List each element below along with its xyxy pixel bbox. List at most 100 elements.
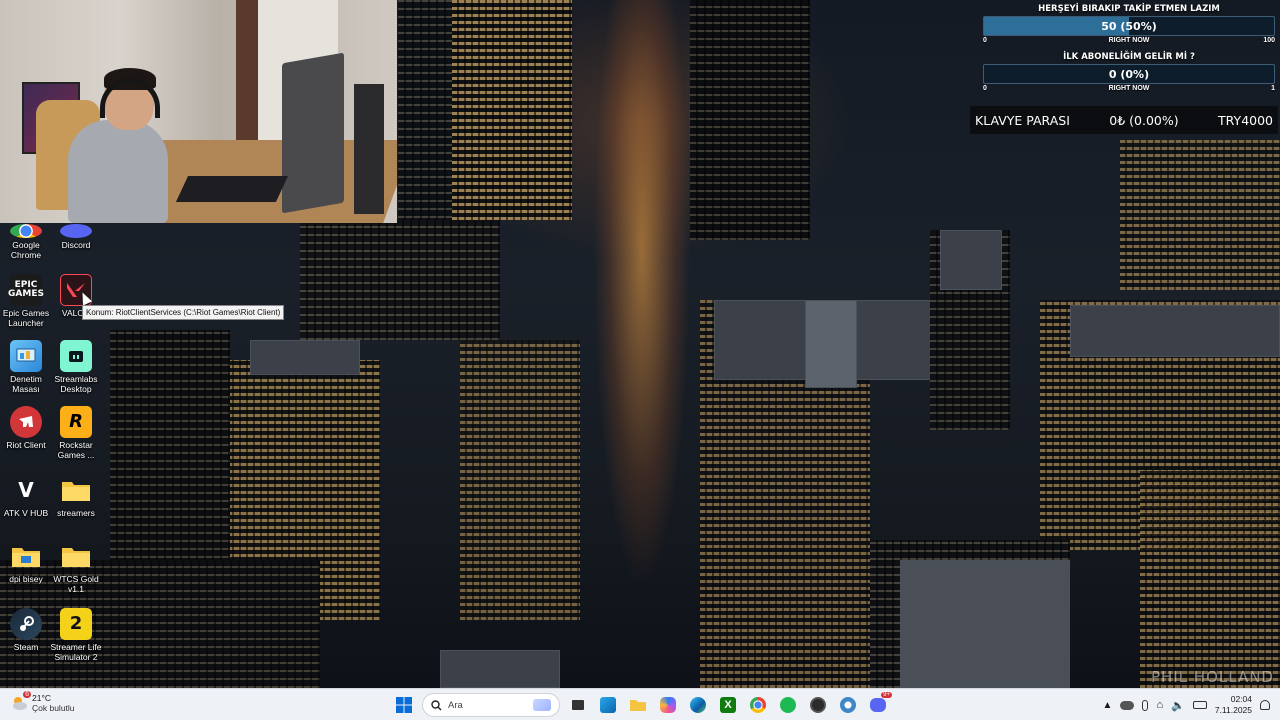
icon-label: Epic Games Launcher: [2, 308, 50, 328]
streamer-life-icon: 2: [60, 608, 92, 640]
spotify-icon: [780, 697, 796, 713]
taskbar-spotify[interactable]: [776, 693, 800, 717]
xbox-icon: X: [720, 697, 736, 713]
taskbar-obs[interactable]: [806, 693, 830, 717]
taskbar-discord[interactable]: 9+: [866, 692, 892, 717]
weather-widget[interactable]: 6 21°C Çok bulutlu: [10, 691, 75, 713]
onedrive-icon[interactable]: [1120, 700, 1135, 710]
outlook-icon: [600, 697, 616, 713]
windows-icon: [396, 697, 412, 713]
taskbar-xbox[interactable]: X: [716, 693, 740, 717]
task-view-icon: [572, 700, 584, 710]
desktop-icon-riot-client[interactable]: Riot Client: [0, 406, 52, 450]
weather-temp: 21°C: [32, 693, 51, 703]
taskbar-clock[interactable]: 02:04 7.11.2025: [1215, 694, 1252, 716]
desktop-icon-control-panel[interactable]: Denetim Masası: [0, 340, 52, 394]
wifi-icon[interactable]: ⌂: [1156, 699, 1163, 711]
task-view-button[interactable]: [566, 693, 590, 717]
webcam-overlay: [0, 0, 397, 223]
icon-label: Streamlabs Desktop: [54, 374, 98, 394]
goal-progress-bar: 50 (50%): [983, 16, 1275, 36]
discord-icon: [60, 224, 92, 238]
icon-label: streamers: [57, 508, 95, 518]
control-panel-icon: [10, 340, 42, 372]
desktop-icon-discord[interactable]: Discord: [50, 224, 102, 250]
goal-title: HERŞEYİ BIRAKIP TAKİP ETMEN LAZIM: [1038, 4, 1220, 14]
desktop-icon-streamlabs[interactable]: Streamlabs Desktop: [50, 340, 102, 394]
desktop-icon-steam[interactable]: Steam: [0, 608, 52, 652]
desktop-icon-wtcs-gold[interactable]: WTCS Gold v1.1: [50, 540, 102, 594]
copilot-icon: [660, 697, 676, 713]
search-icon: [431, 699, 442, 710]
microphone-icon[interactable]: [1142, 699, 1149, 711]
desktop-icon-epic-games[interactable]: EPIC GAMES Epic Games Launcher: [0, 274, 52, 328]
taskbar-chrome[interactable]: [746, 693, 770, 717]
epic-games-icon: EPIC GAMES: [8, 274, 44, 306]
icon-label: Streamer Life Simulator 2: [50, 642, 102, 662]
goal-progress-bar: 0 (0%): [983, 64, 1275, 84]
icon-label: Denetim Masası: [10, 374, 42, 394]
discord-icon: [870, 698, 886, 712]
desktop-icon-streamers-folder[interactable]: streamers: [50, 474, 102, 518]
taskbar: 6 21°C Çok bulutlu Ara X 9+ ▲ ⌂ 🔈 02:04 …: [0, 688, 1280, 720]
folder-icon: [60, 540, 92, 572]
taskbar-file-explorer[interactable]: [626, 693, 650, 717]
taskbar-outlook[interactable]: [596, 693, 620, 717]
goal-value: 50 (50%): [1101, 20, 1157, 33]
volume-icon[interactable]: 🔈: [1171, 699, 1185, 712]
riot-tooltip: Konum: RiotClientServices (C:\Riot Games…: [82, 305, 285, 320]
folder-icon: [60, 474, 92, 506]
donation-goal-widget: KLAVYE PARASI 0₺ (0.00%) TRY4000: [970, 106, 1278, 134]
weather-cloud-icon: 6: [10, 691, 31, 712]
icon-label: Rockstar Games ...: [57, 440, 95, 460]
icon-label: ATK V HUB: [3, 508, 49, 518]
edge-icon: [690, 697, 706, 713]
discord-badge: 9+: [881, 692, 892, 698]
taskbar-copilot[interactable]: [656, 693, 680, 717]
streamlabs-icon: [60, 340, 92, 372]
donation-target: TRY4000: [1218, 112, 1273, 128]
subscriber-goal-widget: İLK ABONELİĞİM GELİR Mİ ? 0 (0%) 0 RIGHT…: [983, 50, 1275, 95]
folder-icon: [10, 540, 42, 572]
taskbar-riot-launcher[interactable]: [836, 693, 860, 717]
desktop-icon-streamer-life[interactable]: 2 Streamer Life Simulator 2: [50, 608, 102, 662]
icon-label: WTCS Gold v1.1: [53, 574, 99, 594]
atk-hub-icon: V: [18, 478, 34, 502]
follower-goal-widget: HERŞEYİ BIRAKIP TAKİP ETMEN LAZIM 50 (50…: [983, 2, 1275, 47]
steam-icon: [10, 608, 42, 640]
taskbar-search[interactable]: Ara: [422, 693, 560, 717]
file-explorer-icon: [630, 700, 646, 711]
search-highlight-icon: [533, 699, 551, 711]
chrome-icon: [750, 697, 766, 713]
donation-value: 0₺ (0.00%): [1109, 112, 1179, 128]
settings-gear-icon: [840, 697, 856, 713]
desktop-icon-dpi-bisey[interactable]: dpi bisey: [0, 540, 52, 584]
icon-label: Discord: [61, 240, 91, 250]
goal-label: RIGHT NOW: [1108, 85, 1150, 92]
goal-max: 100: [1263, 37, 1275, 44]
desktop-icon-chrome[interactable]: Google Chrome: [0, 224, 52, 260]
wallpaper-watermark: PHIL HOLLAND: [1150, 668, 1274, 686]
obs-icon: [810, 697, 826, 713]
weather-desc: Çok bulutlu: [32, 703, 75, 713]
weather-badge: 6: [23, 691, 31, 698]
taskbar-edge[interactable]: [686, 693, 710, 717]
icon-label: Steam: [13, 642, 39, 652]
clock-date: 7.11.2025: [1214, 705, 1252, 715]
notification-bell-icon[interactable]: [1260, 700, 1270, 710]
icon-label: Google Chrome: [10, 240, 42, 260]
clock-time: 02:04: [1230, 694, 1252, 704]
battery-icon[interactable]: [1192, 701, 1207, 709]
desktop-icon-rockstar[interactable]: R Rockstar Games ...: [50, 406, 102, 460]
show-hidden-icons[interactable]: ▲: [1103, 700, 1113, 711]
goal-max: 1: [1271, 85, 1275, 92]
riot-client-icon: [10, 406, 42, 438]
icon-label: Riot Client: [6, 440, 46, 450]
rockstar-icon: R: [60, 406, 92, 438]
icon-label: dpi bisey: [9, 574, 43, 584]
start-button[interactable]: [392, 693, 416, 717]
chrome-icon: [10, 224, 42, 238]
goal-title: İLK ABONELİĞİM GELİR Mİ ?: [1063, 52, 1195, 62]
desktop-icon-atk-hub[interactable]: V ATK V HUB: [0, 474, 52, 518]
search-placeholder: Ara: [448, 699, 463, 711]
